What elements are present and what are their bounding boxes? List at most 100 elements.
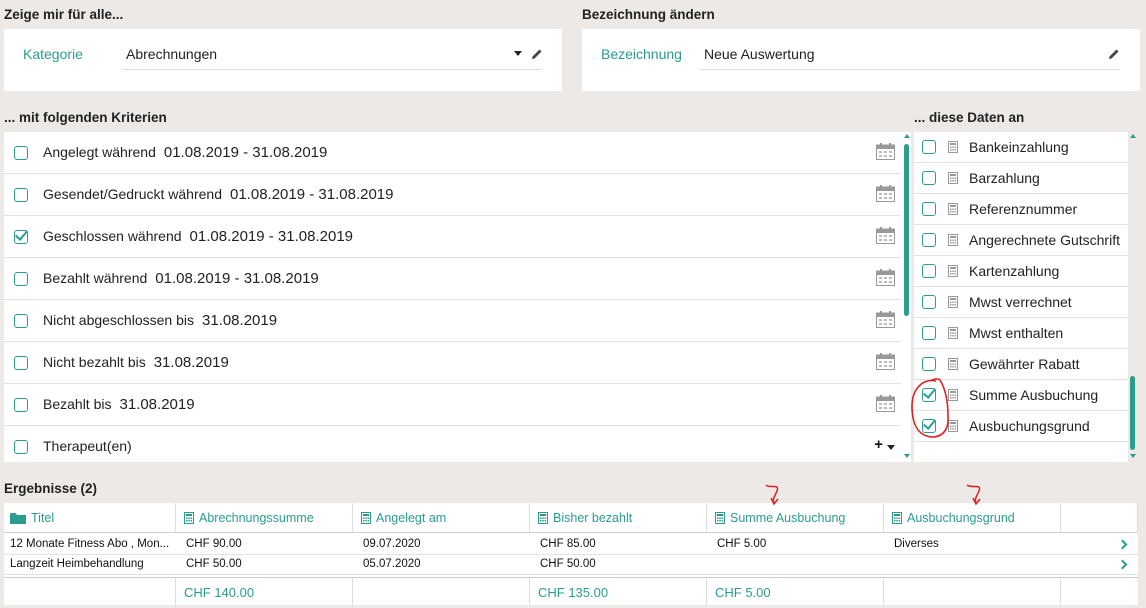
criteria-scroll-thumb[interactable]	[904, 144, 909, 316]
criteria-label: Bezahlt bis 31.08.2019	[43, 396, 195, 413]
chevron-right-icon[interactable]	[1117, 539, 1128, 550]
category-underline	[122, 69, 542, 70]
criteria-label-text: Angelegt während	[43, 144, 156, 160]
criteria-row[interactable]: Bezahlt während 01.08.2019 - 31.08.2019	[4, 258, 901, 300]
criteria-row[interactable]: Nicht bezahlt bis 31.08.2019	[4, 342, 901, 384]
data-field-row[interactable]: Bankeinzahlung	[914, 132, 1128, 163]
data-field-checkbox[interactable]	[922, 202, 936, 216]
criteria-value[interactable]: 01.08.2019 - 31.08.2019	[164, 144, 327, 161]
criteria-row[interactable]: Geschlossen während 01.08.2019 - 31.08.20…	[4, 216, 901, 258]
calculator-icon	[948, 172, 958, 184]
criteria-value[interactable]: 31.08.2019	[154, 354, 229, 371]
criteria-row[interactable]: Nicht abgeschlossen bis 31.08.2019	[4, 300, 901, 342]
category-select[interactable]: Abrechnungen	[126, 46, 217, 62]
criteria-label-text: Nicht bezahlt bis	[43, 354, 146, 370]
criteria-label: Bezahlt während 01.08.2019 - 31.08.2019	[43, 270, 319, 287]
criteria-checkbox[interactable]	[14, 356, 28, 370]
section-title-show-for-all: Zeige mir für alle...	[4, 7, 124, 22]
criteria-checkbox[interactable]	[14, 230, 28, 244]
data-field-label: Barzahlung	[969, 170, 1040, 186]
criteria-value[interactable]: 01.08.2019 - 31.08.2019	[155, 270, 318, 287]
calculator-icon	[948, 327, 958, 339]
name-input[interactable]: Neue Auswertung	[704, 46, 815, 62]
column-header[interactable]: Bisher bezahlt	[530, 503, 707, 533]
data-field-checkbox[interactable]	[922, 326, 936, 340]
calendar-icon[interactable]	[876, 185, 895, 202]
criteria-checkbox[interactable]	[14, 440, 28, 454]
pencil-icon[interactable]	[1107, 47, 1121, 61]
criteria-checkbox[interactable]	[14, 146, 28, 160]
table-cell: 05.07.2020	[363, 558, 421, 570]
data-field-row[interactable]: Mwst enthalten	[914, 318, 1128, 349]
criteria-value[interactable]: 01.08.2019 - 31.08.2019	[190, 228, 353, 245]
criteria-checkbox[interactable]	[14, 272, 28, 286]
table-cell: CHF 90.00	[186, 538, 242, 550]
criteria-row[interactable]: Gesendet/Gedruckt während 01.08.2019 - 31…	[4, 174, 901, 216]
calculator-icon	[948, 296, 958, 308]
criteria-value[interactable]: 01.08.2019 - 31.08.2019	[230, 186, 393, 203]
calendar-icon[interactable]	[876, 395, 895, 412]
chevron-down-icon[interactable]	[887, 445, 895, 450]
table-cell: Diverses	[894, 538, 939, 550]
total-cell	[884, 578, 1061, 606]
table-row[interactable]: Langzeit Heimbehandlung CHF 50.00 05.07.20…	[4, 555, 1138, 575]
criteria-value[interactable]: 31.08.2019	[119, 396, 194, 413]
criteria-checkbox[interactable]	[14, 314, 28, 328]
calendar-icon[interactable]	[876, 269, 895, 286]
criteria-value[interactable]: 31.08.2019	[202, 312, 277, 329]
data-field-row[interactable]: Kartenzahlung	[914, 256, 1128, 287]
data-field-row[interactable]: Mwst verrechnet	[914, 287, 1128, 318]
data-scrollbar[interactable]	[1130, 134, 1136, 460]
calendar-icon[interactable]	[876, 143, 895, 160]
calculator-icon	[715, 512, 725, 524]
annotation-circle	[911, 378, 949, 438]
column-header[interactable]: Angelegt am	[353, 503, 530, 533]
data-field-label: Mwst enthalten	[969, 325, 1064, 341]
pencil-icon[interactable]	[530, 47, 544, 61]
chevron-down-icon[interactable]	[514, 51, 522, 56]
column-header-label: Angelegt am	[376, 511, 447, 525]
column-header[interactable]: Summe Ausbuchung	[707, 503, 884, 533]
folder-icon	[10, 513, 26, 524]
calendar-icon[interactable]	[876, 311, 895, 328]
annotation-arrow	[765, 484, 779, 506]
column-header-spacer	[1061, 503, 1138, 533]
data-field-checkbox[interactable]	[922, 171, 936, 185]
criteria-label-text: Bezahlt während	[43, 270, 148, 286]
chevron-right-icon[interactable]	[1117, 559, 1128, 570]
criteria-label-text: Therapeut(en)	[43, 438, 132, 454]
calendar-icon[interactable]	[876, 227, 895, 244]
data-field-row[interactable]: Referenznummer	[914, 194, 1128, 225]
name-label: Bezeichnung	[601, 46, 682, 62]
data-field-row[interactable]: Angerechnete Gutschrift	[914, 225, 1128, 256]
scroll-up-icon[interactable]	[1130, 134, 1136, 138]
calculator-icon	[184, 512, 194, 524]
total-cell: CHF 135.00	[530, 578, 707, 606]
criteria-panel: Angelegt während 01.08.2019 - 31.08.2019 G…	[4, 132, 911, 462]
data-field-checkbox[interactable]	[922, 295, 936, 309]
column-header[interactable]: Abrechnungssumme	[176, 503, 353, 533]
add-therapist-icon[interactable]: +	[874, 436, 883, 453]
data-field-checkbox[interactable]	[922, 140, 936, 154]
scroll-up-icon[interactable]	[904, 134, 910, 138]
data-field-checkbox[interactable]	[922, 233, 936, 247]
table-row[interactable]: 12 Monate Fitness Abo , Mon... CHF 90.00 0…	[4, 535, 1138, 555]
results-table: Titel Abrechnungssumme Angelegt am Bisher b…	[4, 503, 1138, 606]
data-field-checkbox[interactable]	[922, 264, 936, 278]
criteria-checkbox[interactable]	[14, 188, 28, 202]
scroll-down-icon[interactable]	[1130, 454, 1136, 458]
criteria-checkbox[interactable]	[14, 398, 28, 412]
criteria-row[interactable]: Angelegt während 01.08.2019 - 31.08.2019	[4, 132, 901, 174]
scroll-down-icon[interactable]	[904, 454, 910, 458]
calculator-icon	[948, 234, 958, 246]
data-scroll-thumb[interactable]	[1130, 376, 1135, 450]
calendar-icon[interactable]	[876, 353, 895, 370]
column-header[interactable]: Titel	[4, 503, 176, 533]
criteria-row[interactable]: Bezahlt bis 31.08.2019	[4, 384, 901, 426]
data-field-label: Summe Ausbuchung	[969, 387, 1099, 403]
data-field-row[interactable]: Barzahlung	[914, 163, 1128, 194]
data-field-checkbox[interactable]	[922, 357, 936, 371]
criteria-row[interactable]: Therapeut(en) +	[4, 426, 901, 462]
column-header-label: Summe Ausbuchung	[730, 511, 846, 525]
calculator-icon	[538, 512, 548, 524]
